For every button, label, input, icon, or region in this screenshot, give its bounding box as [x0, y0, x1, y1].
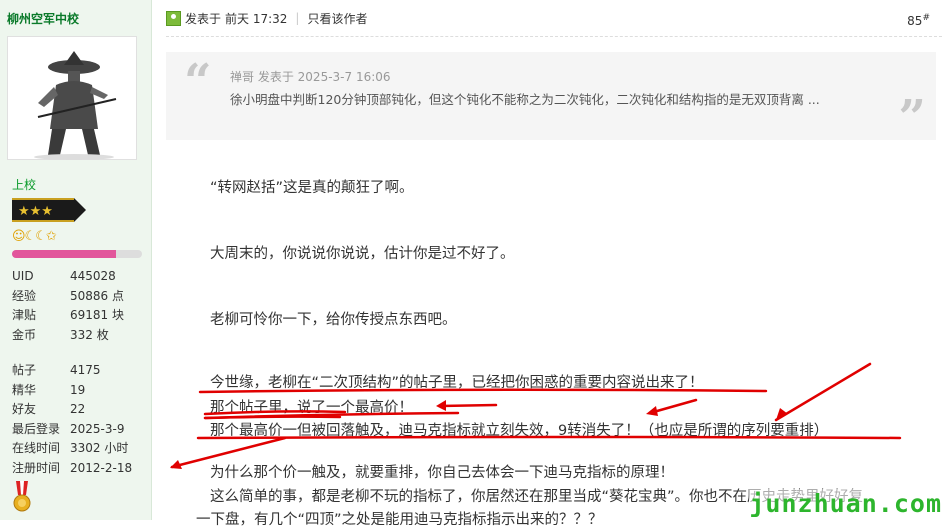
- svg-text:★★★: ★★★: [18, 204, 53, 219]
- quote-close-icon: ”: [898, 90, 926, 146]
- rank-title: 上校: [12, 178, 37, 192]
- rank-badge-icon: ★★★: [12, 196, 86, 224]
- stat-row: 注册时间 2012-2-18: [12, 460, 133, 475]
- annotation-arrow: [648, 398, 698, 415]
- annotation-arrow: [774, 362, 872, 422]
- quote-author[interactable]: 禅哥: [230, 70, 254, 84]
- stat-row[interactable]: 帖子 4175: [12, 361, 147, 381]
- floor-number[interactable]: 85#: [907, 13, 930, 28]
- stat-row[interactable]: 精华 19: [12, 381, 147, 401]
- only-author-link[interactable]: 只看该作者: [307, 10, 367, 27]
- content-paragraph: 老柳可怜你一下，给你传授点东西吧。: [210, 312, 457, 328]
- stat-row: 经验 50886 点: [12, 288, 124, 303]
- user-sidebar: 柳州空军中校 上校 ★★★ ☺☾☾✩ UID445028 经验50886 点: [0, 0, 152, 520]
- quote-block: “ 禅哥 发表于 2025-3-7 16:06 徐小明盘中判断120分钟顶部钝化…: [166, 52, 936, 146]
- content-paragraph: 为什么那个价一触及，就要重排，你自己去体会一下迪马克指标的原理！: [210, 465, 674, 481]
- content-paragraph: “转网赵括”这是真的颠狂了啊。: [210, 180, 414, 196]
- username-link[interactable]: 柳州空军中校: [7, 10, 79, 27]
- stat-row: UID 445028: [12, 269, 116, 283]
- site-watermark: junzhuan.com: [749, 489, 942, 518]
- annotation-arrowhead: [436, 400, 446, 411]
- stat-row: 在线时间 3302 小时: [12, 441, 129, 455]
- user-stats: UID 445028 经验 50886 点 津贴 69181 块 金币 332 枚: [12, 267, 147, 345]
- stat-row: 津贴 69181 块: [12, 308, 124, 322]
- posted-time: 前天 17:32: [225, 11, 288, 26]
- annotation-arrow: [438, 403, 498, 408]
- level-progress-bar: [12, 250, 142, 258]
- quote-open-icon: “: [184, 54, 212, 110]
- content-paragraph: 一下盘，有几个“四顶”之处是能用迪马克指标指示出来的？？？: [196, 512, 603, 528]
- content-paragraph: 那个帖子里，说了一个最高价！: [210, 400, 413, 416]
- stat-row[interactable]: 好友 22: [12, 400, 147, 420]
- content-paragraph: 今世缘，老柳在“二次顶结构”的帖子里，已经把你困惑的重要内容说出来了！: [210, 375, 704, 391]
- annotation-arrowhead: [646, 406, 658, 416]
- header-separator: |: [295, 11, 300, 25]
- stat-row: 最后登录 2025-3-9: [12, 421, 125, 436]
- header-divider: [166, 36, 942, 37]
- user-stats-secondary: 帖子 4175 精华 19 好友 22 最后登录 2025-3-9 在线时间 3302 小…: [12, 361, 147, 478]
- post-header: 发表于 前天 17:32 | 只看该作者: [166, 9, 367, 27]
- avatar[interactable]: [7, 36, 137, 160]
- quote-meta: 禅哥 发表于 2025-3-7 16:06: [230, 68, 391, 85]
- quote-posted: 发表于 2025-3-7 16:06: [257, 70, 391, 84]
- posted-prefix: 发表于: [185, 11, 222, 26]
- medal-icon[interactable]: [12, 481, 32, 513]
- quote-text: 徐小明盘中判断120分钟顶部钝化，但这个钝化不能称之为二次钝化，二次钝化和结构指…: [230, 92, 820, 107]
- online-status-icon: [166, 10, 181, 26]
- content-paragraph: 大周末的，你说说你说说，估计你是过不好了。: [210, 246, 515, 262]
- stat-row: 金币 332 枚: [12, 327, 109, 342]
- annotation-arrowhead: [170, 460, 182, 469]
- level-medals-icon: ☺☾☾✩: [12, 229, 57, 244]
- level-progress-fill: [12, 250, 116, 258]
- content-paragraph: 那个最高价一但被回落触及，迪马克指标就立刻失效，9转消失了！（也应是所谓的序列要…: [210, 423, 829, 439]
